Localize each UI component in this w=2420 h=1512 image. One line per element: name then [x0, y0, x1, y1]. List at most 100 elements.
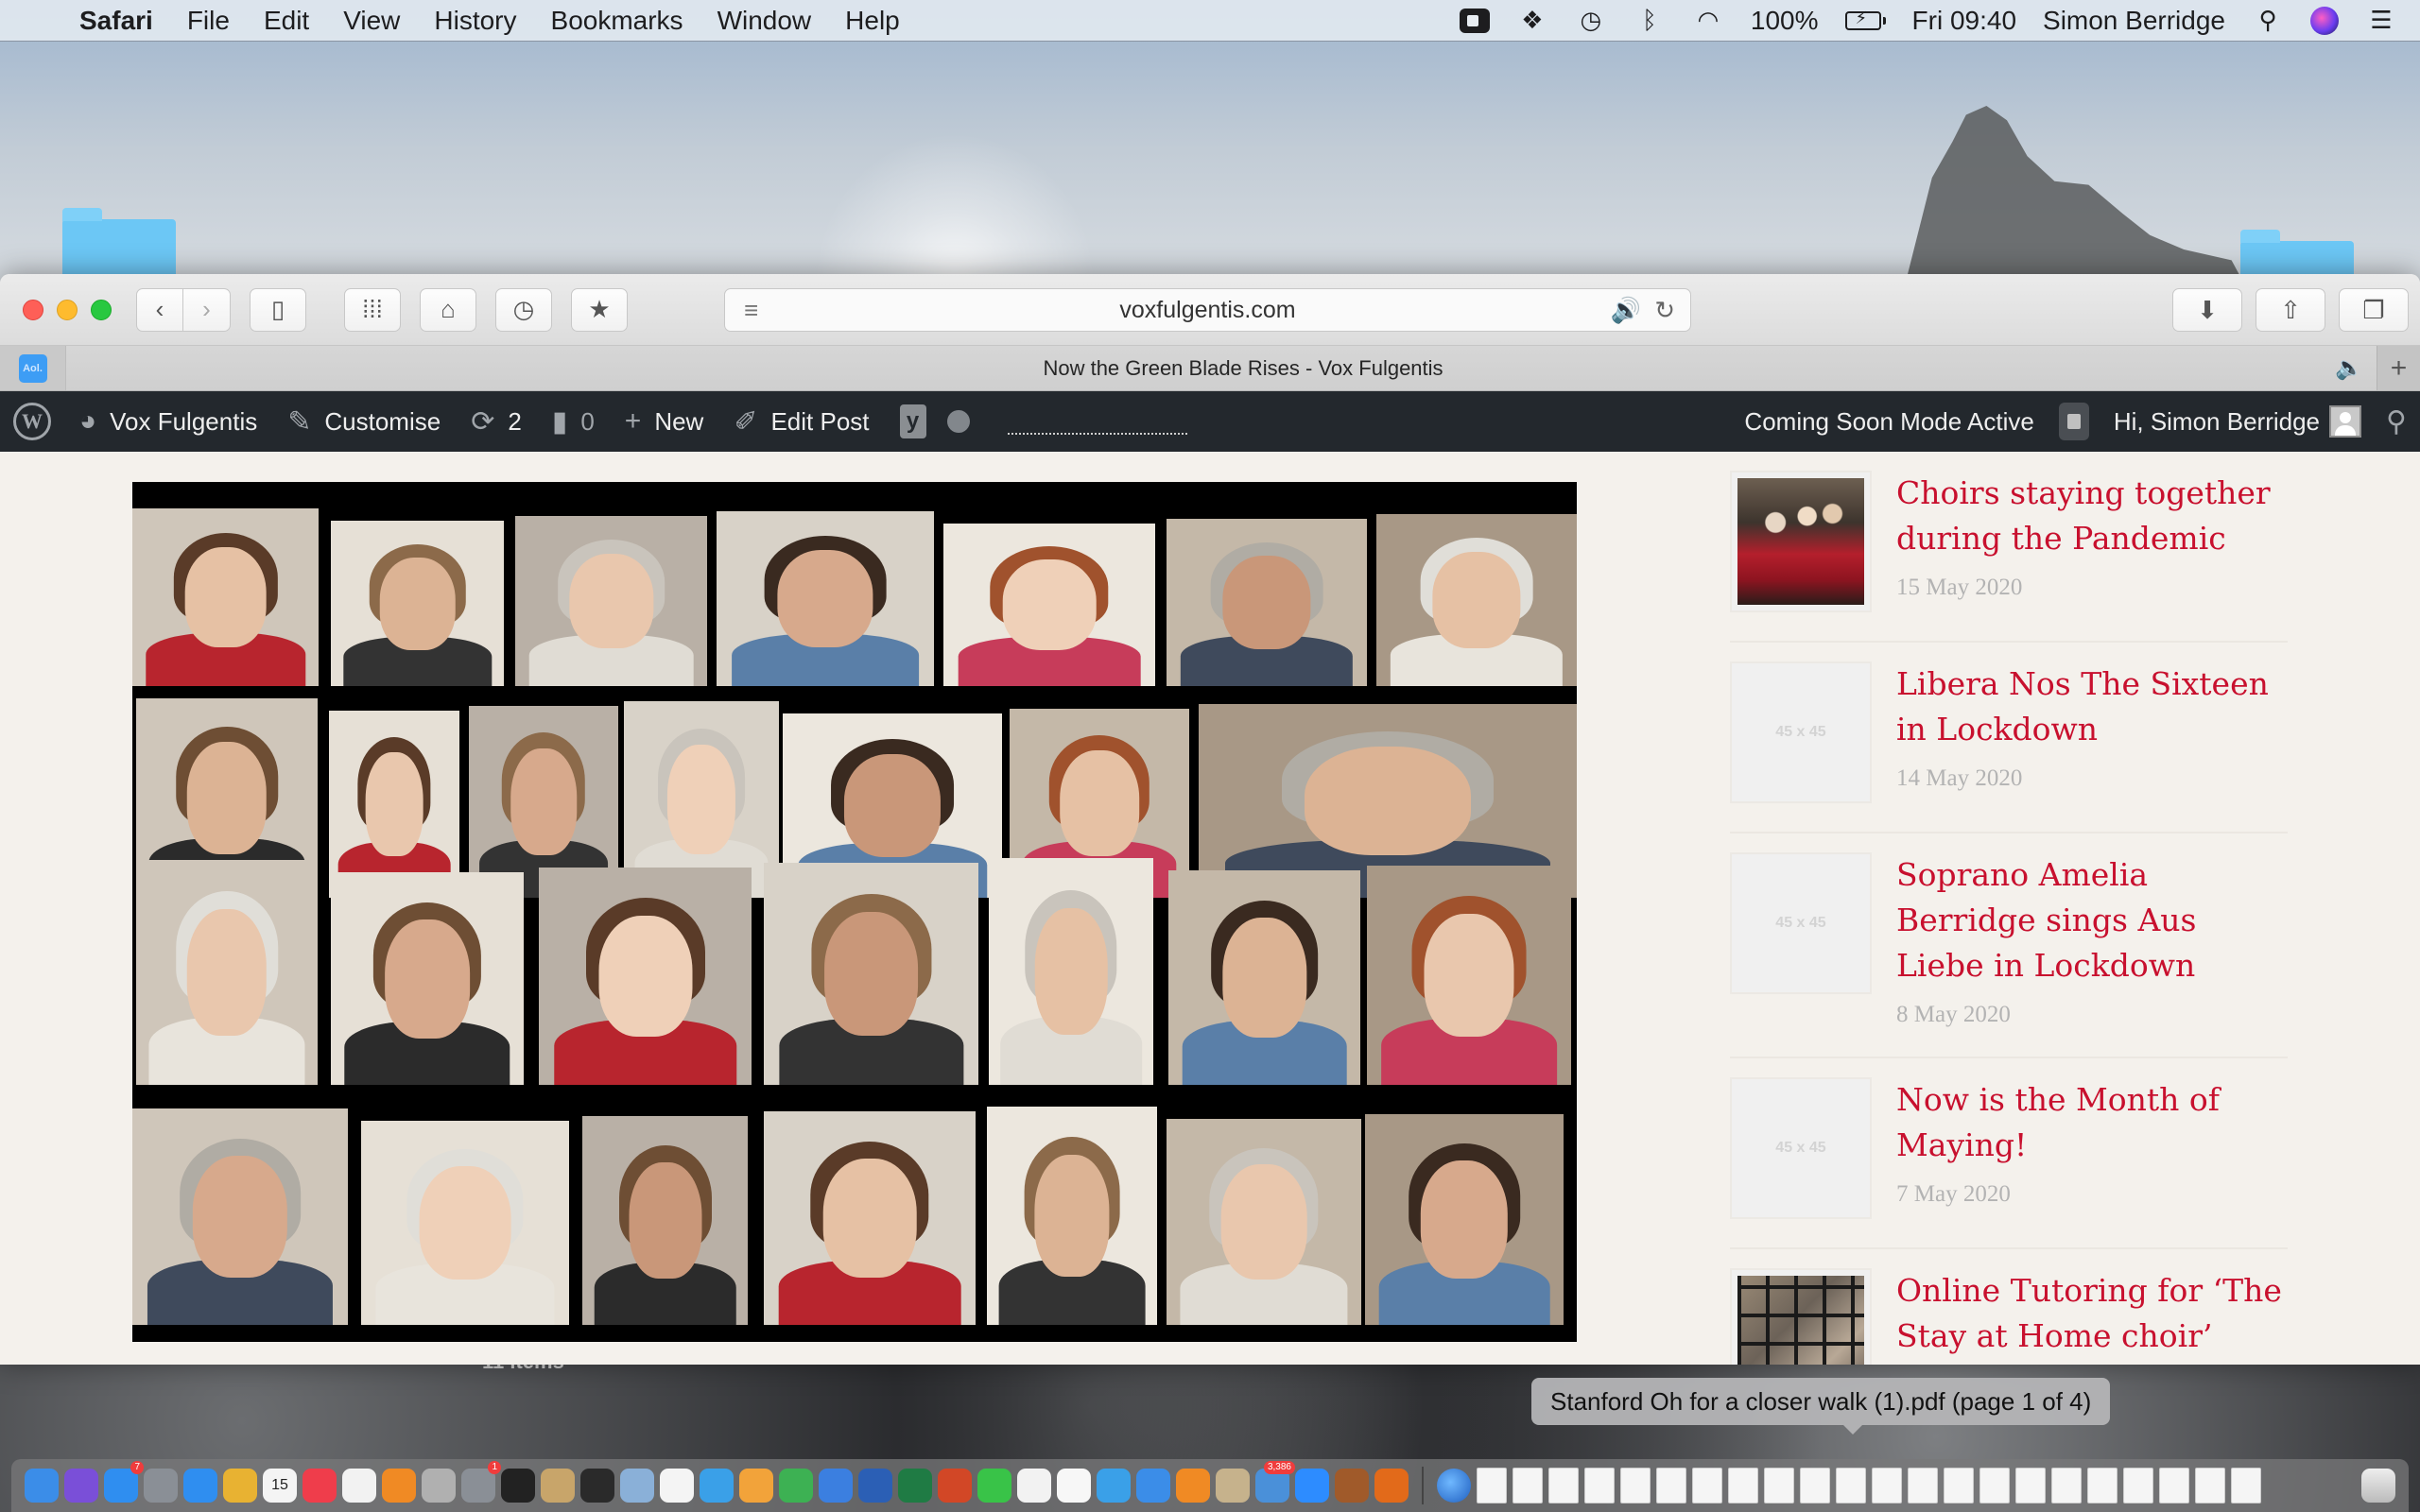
preview-icon[interactable] — [422, 1469, 456, 1503]
recent-document-icon[interactable] — [1692, 1468, 1722, 1503]
recent-document-icon[interactable] — [1979, 1468, 2010, 1503]
mail-icon[interactable]: 3,386 — [1255, 1461, 1295, 1503]
address-bar[interactable]: ≡ voxfulgentis.com 🔊 ↻ — [724, 288, 1691, 332]
wp-comments[interactable]: ▮ 0 — [552, 405, 595, 438]
app-store-icon[interactable]: 7 — [104, 1461, 144, 1503]
news-icon[interactable] — [302, 1469, 337, 1503]
pages-icon[interactable] — [739, 1469, 773, 1503]
tab-audio-icon[interactable]: 🔈 — [2335, 354, 2363, 382]
post-item[interactable]: 45 x 45 Now is the Month of Maying! 7 Ma… — [1730, 1058, 2288, 1249]
keynote-icon[interactable] — [819, 1469, 853, 1503]
word-icon[interactable] — [858, 1469, 892, 1503]
minimize-window-button[interactable] — [57, 299, 78, 320]
menu-edit[interactable]: Edit — [264, 6, 309, 36]
close-window-button[interactable] — [23, 299, 43, 320]
menu-history[interactable]: History — [434, 6, 516, 36]
pinned-tab-aol[interactable]: Aol. — [0, 346, 66, 390]
logic-icon[interactable] — [1374, 1469, 1409, 1503]
spotlight-search-icon[interactable]: ⚲ — [2252, 6, 2284, 35]
avatar[interactable] — [2329, 405, 2362, 438]
finder-icon[interactable] — [25, 1469, 59, 1503]
zoom-icon[interactable] — [1459, 8, 1490, 33]
post-item[interactable]: 45 x 45 Libera Nos The Sixteen in Lockdo… — [1730, 643, 2288, 833]
home-button[interactable]: ⌂ — [420, 287, 476, 332]
excel-icon[interactable] — [898, 1469, 932, 1503]
tab-overview-button[interactable]: ❐ — [2339, 288, 2409, 332]
messenger-2-icon[interactable] — [1097, 1469, 1131, 1503]
recent-document-icon[interactable] — [1872, 1468, 1902, 1503]
siri-icon[interactable] — [64, 1469, 98, 1503]
recent-document-icon[interactable] — [2159, 1468, 2189, 1503]
launchpad-icon[interactable] — [144, 1469, 178, 1503]
calendar-icon[interactable]: 15 — [263, 1469, 297, 1503]
battery-charging-icon[interactable] — [1844, 9, 1886, 30]
post-thumbnail-placeholder[interactable]: 45 x 45 — [1730, 852, 1872, 994]
recent-document-icon[interactable] — [1908, 1468, 1938, 1503]
menu-file[interactable]: File — [187, 6, 230, 36]
dropbox-icon[interactable]: ❖ — [1516, 6, 1548, 35]
notification-center-icon[interactable]: ☰ — [2365, 6, 2397, 35]
new-tab-button[interactable]: + — [2377, 346, 2420, 390]
zoom-icon[interactable] — [1295, 1469, 1329, 1503]
siri-icon[interactable] — [2310, 6, 2339, 35]
time-machine-icon[interactable]: ◷ — [1575, 6, 1607, 35]
books-icon[interactable] — [382, 1469, 416, 1503]
recent-document-icon[interactable] — [1477, 1468, 1507, 1503]
recent-document-icon[interactable] — [2231, 1468, 2261, 1503]
recent-document-icon[interactable] — [2087, 1468, 2118, 1503]
calculator-icon[interactable] — [1176, 1469, 1210, 1503]
maps-icon[interactable] — [1017, 1469, 1051, 1503]
boot-camp-icon[interactable] — [620, 1469, 654, 1503]
menu-bookmarks[interactable]: Bookmarks — [551, 6, 683, 36]
bluetooth-icon[interactable]: ᛒ — [1634, 6, 1666, 35]
post-title[interactable]: Choirs staying together during the Pande… — [1896, 471, 2288, 561]
search-icon[interactable]: ⚲ — [2386, 405, 2407, 438]
downloads-button[interactable]: ⬇ — [2172, 288, 2242, 332]
share-button[interactable]: ⇧ — [2256, 288, 2325, 332]
recent-document-icon[interactable] — [1728, 1468, 1758, 1503]
system-preferences-icon[interactable]: 1 — [461, 1461, 501, 1503]
url-text[interactable]: voxfulgentis.com — [1119, 297, 1295, 324]
menu-clock[interactable]: Fri 09:40 — [1912, 6, 2017, 36]
recent-document-icon[interactable] — [1944, 1468, 1974, 1503]
menu-help[interactable]: Help — [845, 6, 900, 36]
wp-customise[interactable]: ✎ Customise — [287, 405, 441, 438]
sidebar-toggle-button[interactable]: ▯ — [250, 287, 306, 332]
network-globe-icon[interactable] — [1437, 1469, 1471, 1503]
quicktime-icon[interactable] — [580, 1469, 614, 1503]
recent-document-icon[interactable] — [1584, 1468, 1615, 1503]
history-button[interactable]: ◷ — [495, 287, 552, 332]
garageband-icon[interactable] — [1335, 1469, 1369, 1503]
wordpress-logo-icon[interactable]: W — [13, 403, 51, 440]
recent-document-icon[interactable] — [1548, 1468, 1579, 1503]
reader-view-icon[interactable]: ≡ — [744, 296, 758, 325]
forward-button[interactable]: › — [183, 287, 231, 332]
post-thumbnail[interactable] — [1730, 471, 1872, 612]
trash-icon[interactable] — [2361, 1469, 2395, 1503]
recent-document-icon[interactable] — [1836, 1468, 1866, 1503]
chrome-icon[interactable] — [223, 1469, 257, 1503]
recent-document-icon[interactable] — [1764, 1468, 1794, 1503]
post-thumbnail[interactable] — [1730, 1268, 1872, 1365]
top-sites-button[interactable]: ⁞⁞⁞ — [344, 287, 401, 332]
wp-coming-soon[interactable]: Coming Soon Mode Active — [1744, 407, 2033, 437]
migration-assistant-icon[interactable] — [1136, 1469, 1170, 1503]
recent-document-icon[interactable] — [1656, 1468, 1686, 1503]
yoast-seo-icon[interactable]: y — [899, 404, 926, 438]
wp-account[interactable]: Hi, Simon Berridge — [2114, 407, 2320, 437]
recent-document-icon[interactable] — [2015, 1468, 2046, 1503]
post-item[interactable]: 45 x 45 Soprano Amelia Berridge sings Au… — [1730, 833, 2288, 1058]
choir-video[interactable] — [132, 482, 1577, 1342]
recent-document-icon[interactable] — [1512, 1468, 1543, 1503]
bookmarks-button[interactable]: ★ — [571, 287, 628, 332]
recent-document-icon[interactable] — [2123, 1468, 2153, 1503]
post-thumbnail-placeholder[interactable]: 45 x 45 — [1730, 1077, 1872, 1219]
recent-document-icon[interactable] — [1800, 1468, 1830, 1503]
back-button[interactable]: ‹ — [136, 287, 183, 332]
hotspot-icon[interactable] — [660, 1469, 694, 1503]
post-item[interactable]: Choirs staying together during the Pande… — [1730, 452, 2288, 643]
recent-document-icon[interactable] — [2195, 1468, 2225, 1503]
menu-user-name[interactable]: Simon Berridge — [2043, 6, 2225, 36]
messenger-icon[interactable] — [700, 1469, 734, 1503]
facetime-icon[interactable] — [977, 1469, 1011, 1503]
